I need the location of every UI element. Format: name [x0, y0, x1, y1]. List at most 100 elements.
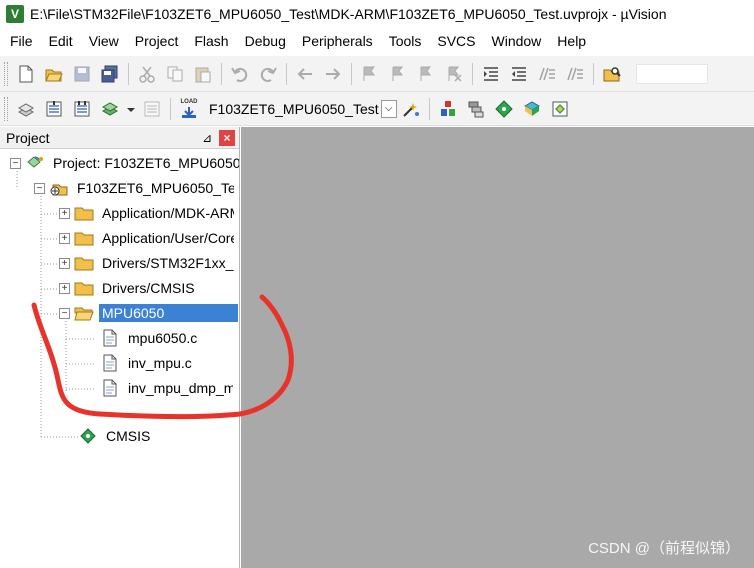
build-toolbar: LOAD F103ZET6_MPU6050_Test ⌵ — [0, 92, 754, 126]
menu-window[interactable]: Window — [484, 28, 550, 54]
batch-build-dropdown-icon[interactable] — [126, 97, 136, 121]
close-icon[interactable]: × — [219, 129, 235, 146]
prev-bookmark-icon[interactable] — [386, 62, 410, 86]
menu-file[interactable]: File — [0, 28, 41, 54]
c-file-icon — [100, 329, 120, 347]
menu-help[interactable]: Help — [549, 28, 594, 54]
tree-node-label: CMSIS — [106, 428, 151, 444]
indent-icon[interactable] — [479, 62, 503, 86]
tree-node-cmsis-component[interactable]: CMSIS — [78, 425, 153, 447]
collapse-icon[interactable]: − — [10, 157, 21, 169]
file-toolbar — [0, 56, 754, 92]
clear-bookmarks-icon[interactable] — [442, 62, 466, 86]
toolbar-separator — [351, 62, 352, 85]
pin-icon[interactable]: ⊿ — [199, 131, 215, 145]
expand-icon[interactable]: + — [59, 232, 70, 244]
tree-node-target[interactable]: − F103ZET6_MPU6050_Test — [34, 177, 238, 199]
load-icon[interactable]: LOAD — [177, 97, 201, 121]
tree-node-project-root[interactable]: − Project: F103ZET6_MPU6050 — [10, 152, 239, 174]
toolbar-separator — [472, 62, 473, 85]
tree-node-group-mpu6050[interactable]: − MPU6050 — [59, 302, 238, 324]
find-text-input[interactable] — [636, 63, 708, 84]
options-icon[interactable] — [399, 97, 423, 121]
tree-node-file-inv-mpu-dmp-motion-driver-c[interactable]: inv_mpu_dmp_motion_driver.c — [100, 377, 238, 399]
toolbar-grip[interactable] — [4, 61, 8, 86]
open-file-icon[interactable] — [42, 62, 66, 86]
tree-node-label: Project: F103ZET6_MPU6050 — [53, 155, 239, 171]
save-all-icon[interactable] — [98, 62, 122, 86]
tree-node-group-drivers-cmsis[interactable]: + Drivers/CMSIS — [59, 277, 238, 299]
uvision-app-icon: V — [6, 5, 24, 23]
comment-icon[interactable] — [535, 62, 559, 86]
tree-node-label: Application/MDK-ARM — [102, 205, 234, 221]
target-icon — [49, 179, 69, 197]
expand-icon[interactable]: + — [59, 207, 70, 219]
tree-node-label: Application/User/Core — [102, 230, 234, 246]
tree-node-label: F103ZET6_MPU6050_Test — [77, 180, 234, 196]
menu-edit[interactable]: Edit — [41, 28, 81, 54]
new-file-icon[interactable] — [14, 62, 38, 86]
expand-icon[interactable]: + — [59, 282, 70, 294]
tree-node-label: inv_mpu_dmp_motion_driver.c — [128, 380, 233, 396]
stop-build-icon[interactable] — [140, 97, 164, 121]
collapse-icon[interactable]: − — [59, 307, 70, 319]
pack-installer-icon[interactable] — [520, 97, 544, 121]
toolbar-grip[interactable] — [4, 96, 8, 121]
paste-icon[interactable] — [191, 62, 215, 86]
copy-icon[interactable] — [163, 62, 187, 86]
chevron-down-icon[interactable]: ⌵ — [380, 99, 397, 118]
folder-icon — [74, 204, 94, 222]
tree-node-group-application-mdk-arm[interactable]: + Application/MDK-ARM — [59, 202, 238, 224]
folder-icon — [74, 229, 94, 247]
menu-debug[interactable]: Debug — [237, 28, 294, 54]
c-file-icon — [100, 354, 120, 372]
device-database-icon[interactable] — [548, 97, 572, 121]
load-label: LOAD — [180, 99, 198, 105]
tree-node-group-application-user-core[interactable]: + Application/User/Core — [59, 227, 238, 249]
menu-svcs[interactable]: SVCS — [429, 28, 483, 54]
run-time-env-icon[interactable] — [464, 97, 488, 121]
cut-icon[interactable] — [135, 62, 159, 86]
undo-icon[interactable] — [228, 62, 252, 86]
build-icon[interactable] — [42, 97, 66, 121]
window-title: E:\File\STM32File\F103ZET6_MPU6050_Test\… — [30, 6, 667, 22]
toolbar-separator — [428, 97, 430, 120]
toolbar-separator — [221, 62, 222, 85]
watermark: CSDN @（前程似锦） — [588, 540, 740, 557]
manage-components-icon[interactable] — [436, 97, 460, 121]
collapse-icon[interactable]: − — [34, 182, 45, 194]
cmsis-diamond-icon — [78, 427, 98, 445]
project-panel: Project ⊿ × − Project: F103ZET6_MPU6050 … — [0, 127, 240, 568]
menu-peripherals[interactable]: Peripherals — [294, 28, 381, 54]
target-select[interactable]: F103ZET6_MPU6050_Test ⌵ — [209, 98, 397, 120]
unindent-icon[interactable] — [507, 62, 531, 86]
menu-tools[interactable]: Tools — [381, 28, 430, 54]
tree-node-file-mpu6050-c[interactable]: mpu6050.c — [100, 327, 200, 349]
project-icon — [25, 154, 45, 172]
title-bar: V E:\File\STM32File\F103ZET6_MPU6050_Tes… — [0, 0, 754, 28]
redo-icon[interactable] — [256, 62, 280, 86]
tree-node-file-inv-mpu-c[interactable]: inv_mpu.c — [100, 352, 195, 374]
rebuild-icon[interactable] — [70, 97, 94, 121]
project-tree: − Project: F103ZET6_MPU6050 − F103ZET6_M… — [0, 149, 239, 568]
bookmark-icon[interactable] — [358, 62, 382, 86]
tree-node-label: Drivers/CMSIS — [102, 280, 195, 296]
menu-flash[interactable]: Flash — [186, 28, 236, 54]
translate-icon[interactable] — [14, 97, 38, 121]
menu-view[interactable]: View — [81, 28, 127, 54]
expand-icon[interactable]: + — [59, 257, 70, 269]
navigate-forward-icon[interactable] — [321, 62, 345, 86]
batch-build-icon[interactable] — [98, 97, 122, 121]
tree-node-group-drivers-hal[interactable]: + Drivers/STM32F1xx_HAL — [59, 252, 238, 274]
select-packs-icon[interactable] — [492, 97, 516, 121]
next-bookmark-icon[interactable] — [414, 62, 438, 86]
toolbar-separator — [128, 62, 129, 85]
uncomment-icon[interactable] — [563, 62, 587, 86]
navigate-back-icon[interactable] — [293, 62, 317, 86]
find-in-files-icon[interactable] — [600, 62, 624, 86]
menu-bar: File Edit View Project Flash Debug Perip… — [0, 28, 754, 54]
editor-area[interactable] — [241, 127, 754, 568]
menu-project[interactable]: Project — [127, 28, 187, 54]
save-icon[interactable] — [70, 62, 94, 86]
project-panel-title: Project — [6, 129, 50, 146]
